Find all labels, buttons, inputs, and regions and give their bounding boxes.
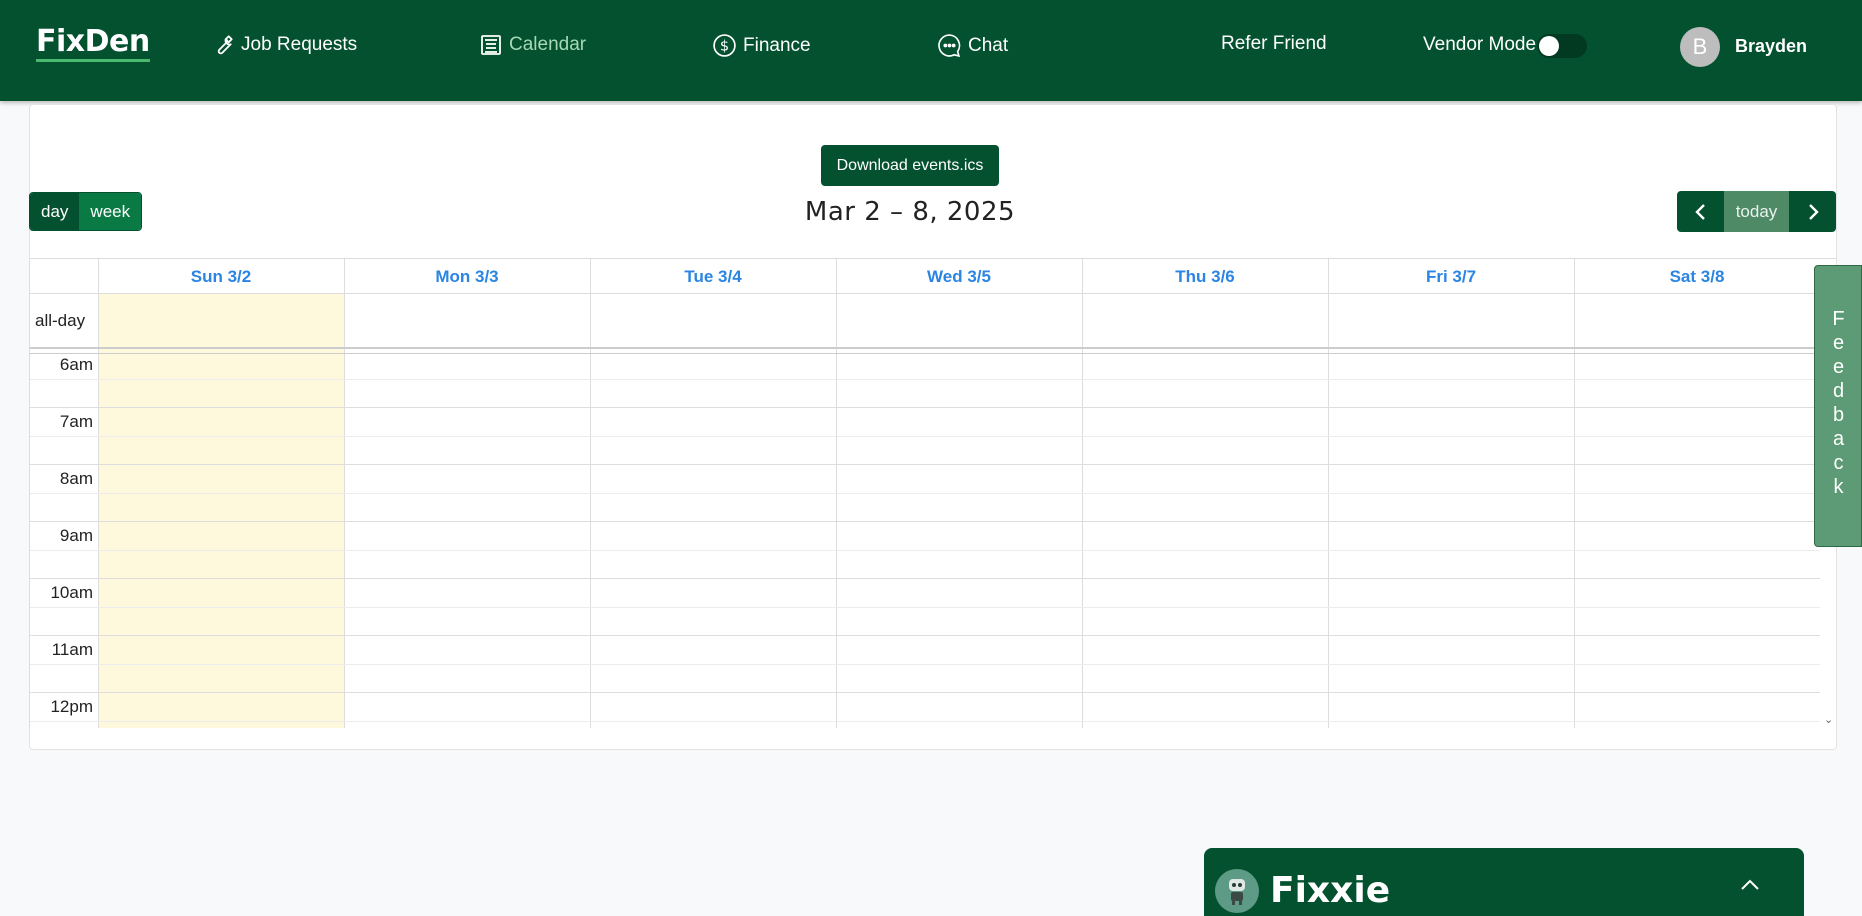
feedback-tab[interactable]: Feedback [1814,265,1862,547]
vendor-mode-label: Vendor Mode [1423,34,1537,55]
half-hour-line [30,721,1820,722]
day-header-sun[interactable]: Sun 3/2 [98,267,344,287]
time-label: 12pm [50,697,93,716]
calendar-title: Mar 2 – 8, 2025 [804,197,1016,227]
avatar[interactable]: B [1680,27,1720,67]
fixden-logo[interactable]: FixDen [36,27,150,62]
header-divider [30,293,1820,294]
allday-divider [30,347,1820,349]
nav-job-requests-label: Job Requests [241,34,358,55]
time-label: 7am [59,412,93,431]
nav-finance[interactable]: $ Finance [712,33,811,58]
wrench-icon [217,35,233,55]
day-header-mon[interactable]: Mon 3/3 [344,267,590,287]
half-hour-line [30,664,1820,665]
chat-icon [938,34,961,58]
nav-job-requests[interactable]: Job Requests [211,33,357,57]
half-hour-line [30,493,1820,494]
day-header-thu[interactable]: Thu 3/6 [1082,267,1328,287]
time-label: 9am [59,526,93,545]
robot-icon [1215,869,1259,913]
feedback-label: Feedback [1827,308,1850,500]
svg-text:$: $ [720,38,729,55]
today-column-highlight [98,293,344,728]
allday-label: all-day [35,311,86,330]
time-label: 6am [59,355,93,374]
day-header-fri[interactable]: Fri 3/7 [1328,267,1574,287]
today-button[interactable]: today [1724,191,1789,232]
day-header-sat[interactable]: Sat 3/8 [1574,267,1820,287]
vendor-mode-toggle[interactable] [1537,34,1587,58]
scroll-down-arrow[interactable]: ⌄ [1824,713,1833,726]
day-view-button[interactable]: day [30,193,80,230]
time-label: 11am [51,640,93,659]
chevron-right-icon [1808,203,1819,220]
day-header-wed[interactable]: Wed 3/5 [836,267,1082,287]
fixxie-title: Fixxie [1270,870,1391,911]
dollar-icon: $ [713,34,736,57]
half-hour-line [30,550,1820,551]
week-view-button[interactable]: week [79,193,142,230]
next-week-button[interactable] [1789,191,1836,232]
time-label: 10am [50,583,93,602]
hour-line [30,464,1820,465]
toggle-knob [1539,36,1559,56]
allday-divider [30,353,1820,354]
download-ics-button[interactable]: Download events.ics [821,145,999,186]
nav-chat[interactable]: Chat [937,33,1008,58]
nav-finance-label: Finance [743,34,811,56]
prev-week-button[interactable] [1677,191,1724,232]
chevron-up-icon[interactable] [1739,878,1761,897]
hour-line [30,521,1820,522]
view-switcher: day week [29,192,143,231]
refer-friend-link[interactable]: Refer Friend [1221,33,1327,55]
week-grid: Sun 3/2 Mon 3/3 Tue 3/4 Wed 3/5 Thu 3/6 … [29,258,1837,728]
date-navigation: today [1677,191,1836,232]
chevron-left-icon [1694,203,1705,220]
username[interactable]: Brayden [1735,36,1807,57]
fixxie-chat-widget[interactable]: Fixxie [1204,848,1804,916]
day-header-tue[interactable]: Tue 3/4 [590,267,836,287]
hour-line [30,635,1820,636]
hour-line [30,692,1820,693]
time-label: 8am [59,469,93,488]
nav-chat-label: Chat [968,34,1009,56]
half-hour-line [30,607,1820,608]
calendar-icon [481,35,501,55]
nav-calendar[interactable]: Calendar [479,33,586,57]
half-hour-line [30,436,1820,437]
nav-calendar-label: Calendar [509,34,587,55]
half-hour-line [30,379,1820,380]
hour-line [30,407,1820,408]
top-navbar: FixDen Job Requests Calendar $ Finance C… [0,0,1862,101]
hour-line [30,578,1820,579]
